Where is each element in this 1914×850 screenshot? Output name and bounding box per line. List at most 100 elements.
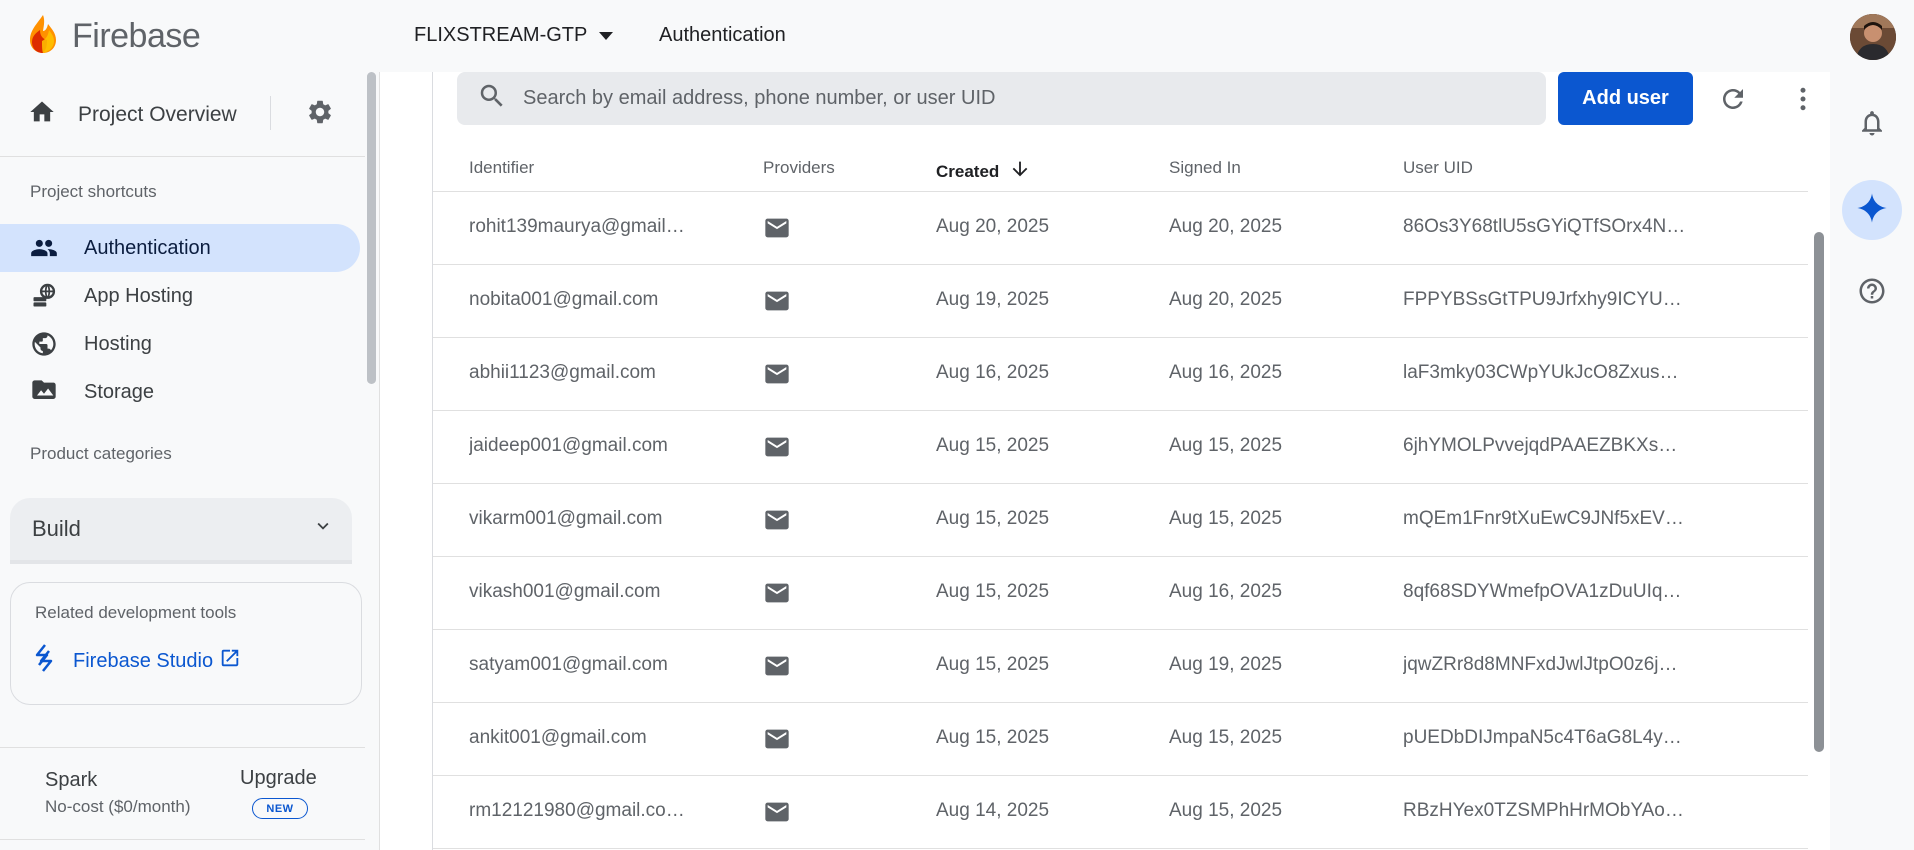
- signed-in-cell: Aug 20, 2025: [1169, 289, 1283, 310]
- sidebar-scrollbar[interactable]: [367, 72, 376, 384]
- email-icon: [763, 798, 791, 832]
- identifier-cell: rm12121980@gmail.co…: [469, 800, 685, 821]
- user-uid-cell: 6jhYMOLPvvejqdPAAEZBKXs…: [1403, 435, 1678, 456]
- identifier-cell: abhii1123@gmail.com: [469, 362, 656, 383]
- user-uid-cell: mQEm1Fnr9tXuEwC9JNf5xEV…: [1403, 508, 1684, 529]
- firebase-brand[interactable]: Firebase: [28, 14, 201, 59]
- created-cell: Aug 15, 2025: [936, 435, 1050, 456]
- project-overview-label: Project Overview: [78, 102, 237, 126]
- table-row[interactable]: rm12121980@gmail.co… Aug 14, 2025 Aug 15, …: [433, 776, 1808, 849]
- table-row[interactable]: rohit139maurya@gmail… Aug 20, 2025 Aug 20,…: [433, 192, 1808, 265]
- email-icon: [763, 433, 791, 467]
- signed-in-cell: Aug 15, 2025: [1169, 727, 1283, 748]
- user-uid-cell: 86Os3Y68tlU5sGYiQTfSOrx4N…: [1403, 216, 1686, 237]
- help-icon: [1857, 276, 1887, 311]
- upgrade-button[interactable]: Upgrade: [240, 767, 317, 790]
- avatar[interactable]: [1850, 14, 1896, 60]
- user-uid-cell: pUEDbDIJmpaN5c4T6aG8L4y…: [1403, 727, 1682, 748]
- table-header: Identifier Providers Created Signed In U…: [433, 150, 1808, 192]
- table-row[interactable]: vikash001@gmail.com Aug 15, 2025 Aug 16, 2…: [433, 557, 1808, 630]
- plan-section: Spark No-cost ($0/month) Upgrade NEW: [0, 749, 365, 839]
- divider: [0, 747, 365, 748]
- sidebar-item-label: Storage: [84, 380, 155, 403]
- created-cell: Aug 20, 2025: [936, 216, 1050, 237]
- column-header-identifier[interactable]: Identifier: [469, 158, 534, 178]
- breadcrumb-current-page: Authentication: [659, 24, 786, 46]
- gear-icon[interactable]: [306, 98, 334, 131]
- sidebar-item-storage[interactable]: Storage: [0, 368, 360, 416]
- top-bar: Firebase FLIXSTREAM-GTP Authentication: [0, 0, 1830, 72]
- identifier-cell: nobita001@gmail.com: [469, 289, 659, 310]
- add-user-button[interactable]: Add user: [1558, 72, 1693, 125]
- right-rail: [1830, 0, 1914, 850]
- user-uid-cell: 8qf68SDYWmefpOVA1zDuUIq…: [1403, 581, 1682, 602]
- email-icon: [763, 287, 791, 321]
- sidebar-item-app-hosting[interactable]: App Hosting: [0, 272, 360, 320]
- user-uid-cell: laF3mky03CWpYUkJcO8Zxus…: [1403, 362, 1679, 383]
- identifier-cell: rohit139maurya@gmail…: [469, 216, 685, 237]
- caret-down-icon: [599, 31, 614, 40]
- globe-icon: [30, 330, 58, 358]
- help-button[interactable]: [1842, 263, 1902, 323]
- search-bar[interactable]: [457, 72, 1546, 125]
- project-switcher[interactable]: FLIXSTREAM-GTP: [414, 24, 614, 47]
- chevron-down-icon: [312, 515, 334, 543]
- email-icon: [763, 579, 791, 613]
- firebase-studio-link[interactable]: Firebase Studio: [31, 643, 241, 679]
- email-icon: [763, 360, 791, 394]
- created-cell: Aug 15, 2025: [936, 727, 1050, 748]
- table-row[interactable]: nobita001@gmail.com Aug 19, 2025 Aug 20, 2…: [433, 265, 1808, 338]
- signed-in-cell: Aug 19, 2025: [1169, 654, 1283, 675]
- column-header-created[interactable]: Created: [936, 158, 1031, 185]
- table-row[interactable]: vikarm001@gmail.com Aug 15, 2025 Aug 15, 2…: [433, 484, 1808, 557]
- main-content: Add user Identifier Providers Created Si…: [380, 72, 1830, 850]
- sidebar: Project Overview Project shortcuts Authe…: [0, 72, 380, 850]
- user-uid-cell: FPPYBSsGtTPU9Jrfxhy9ICYU…: [1403, 289, 1682, 310]
- firebase-logo-icon: [28, 14, 58, 59]
- column-header-label: Created: [936, 161, 1000, 181]
- plan-description: No-cost ($0/month): [45, 797, 191, 816]
- gemini-assist-button[interactable]: [1842, 180, 1902, 240]
- brand-name: Firebase: [72, 17, 201, 55]
- signed-in-cell: Aug 16, 2025: [1169, 362, 1283, 383]
- table-row[interactable]: jaideep001@gmail.com Aug 15, 2025 Aug 15, …: [433, 411, 1808, 484]
- email-icon: [763, 725, 791, 759]
- user-uid-cell: RBzHYex0TZSMPhHrMObYAo…: [1403, 800, 1684, 821]
- created-cell: Aug 15, 2025: [936, 508, 1050, 529]
- divider: [0, 156, 365, 157]
- people-icon: [30, 234, 58, 262]
- created-cell: Aug 15, 2025: [936, 654, 1050, 675]
- categories-title: Product categories: [30, 444, 172, 463]
- table-row[interactable]: satyam001@gmail.com Aug 15, 2025 Aug 19, 2…: [433, 630, 1808, 703]
- signed-in-cell: Aug 15, 2025: [1169, 435, 1283, 456]
- created-cell: Aug 14, 2025: [936, 800, 1050, 821]
- shortcuts-title: Project shortcuts: [30, 182, 157, 201]
- table-row[interactable]: ankit001@gmail.com Aug 15, 2025 Aug 15, 20…: [433, 703, 1808, 776]
- main-scrollbar[interactable]: [1814, 232, 1824, 752]
- sidebar-item-label: Hosting: [84, 332, 152, 355]
- search-input[interactable]: [523, 87, 1503, 110]
- bell-icon: [1857, 108, 1887, 143]
- more-vert-icon[interactable]: [1788, 84, 1818, 119]
- email-icon: [763, 214, 791, 248]
- table-row[interactable]: abhii1123@gmail.com Aug 16, 2025 Aug 16, 2…: [433, 338, 1808, 411]
- sidebar-item-hosting[interactable]: Hosting: [0, 320, 360, 368]
- created-cell: Aug 16, 2025: [936, 362, 1050, 383]
- sidebar-item-authentication[interactable]: Authentication: [0, 224, 360, 272]
- email-icon: [763, 652, 791, 686]
- created-cell: Aug 15, 2025: [936, 581, 1050, 602]
- identifier-cell: satyam001@gmail.com: [469, 654, 668, 675]
- identifier-cell: vikash001@gmail.com: [469, 581, 661, 602]
- users-table-body: rohit139maurya@gmail… Aug 20, 2025 Aug 20,…: [433, 192, 1808, 849]
- column-header-providers: Providers: [763, 158, 835, 177]
- related-tools-card: Related development tools Firebase Studi…: [10, 582, 362, 705]
- column-header-user-uid: User UID: [1403, 158, 1473, 177]
- project-overview-link[interactable]: Project Overview: [28, 96, 338, 131]
- build-category-toggle[interactable]: Build: [10, 498, 352, 564]
- divider: [270, 96, 271, 130]
- identifier-cell: ankit001@gmail.com: [469, 727, 647, 748]
- user-uid-cell: jqwZRr8d8MNFxdJwlJtpO0z6j…: [1403, 654, 1678, 675]
- notifications-button[interactable]: [1842, 95, 1902, 155]
- column-header-signed-in[interactable]: Signed In: [1169, 158, 1241, 178]
- refresh-icon[interactable]: [1718, 84, 1748, 119]
